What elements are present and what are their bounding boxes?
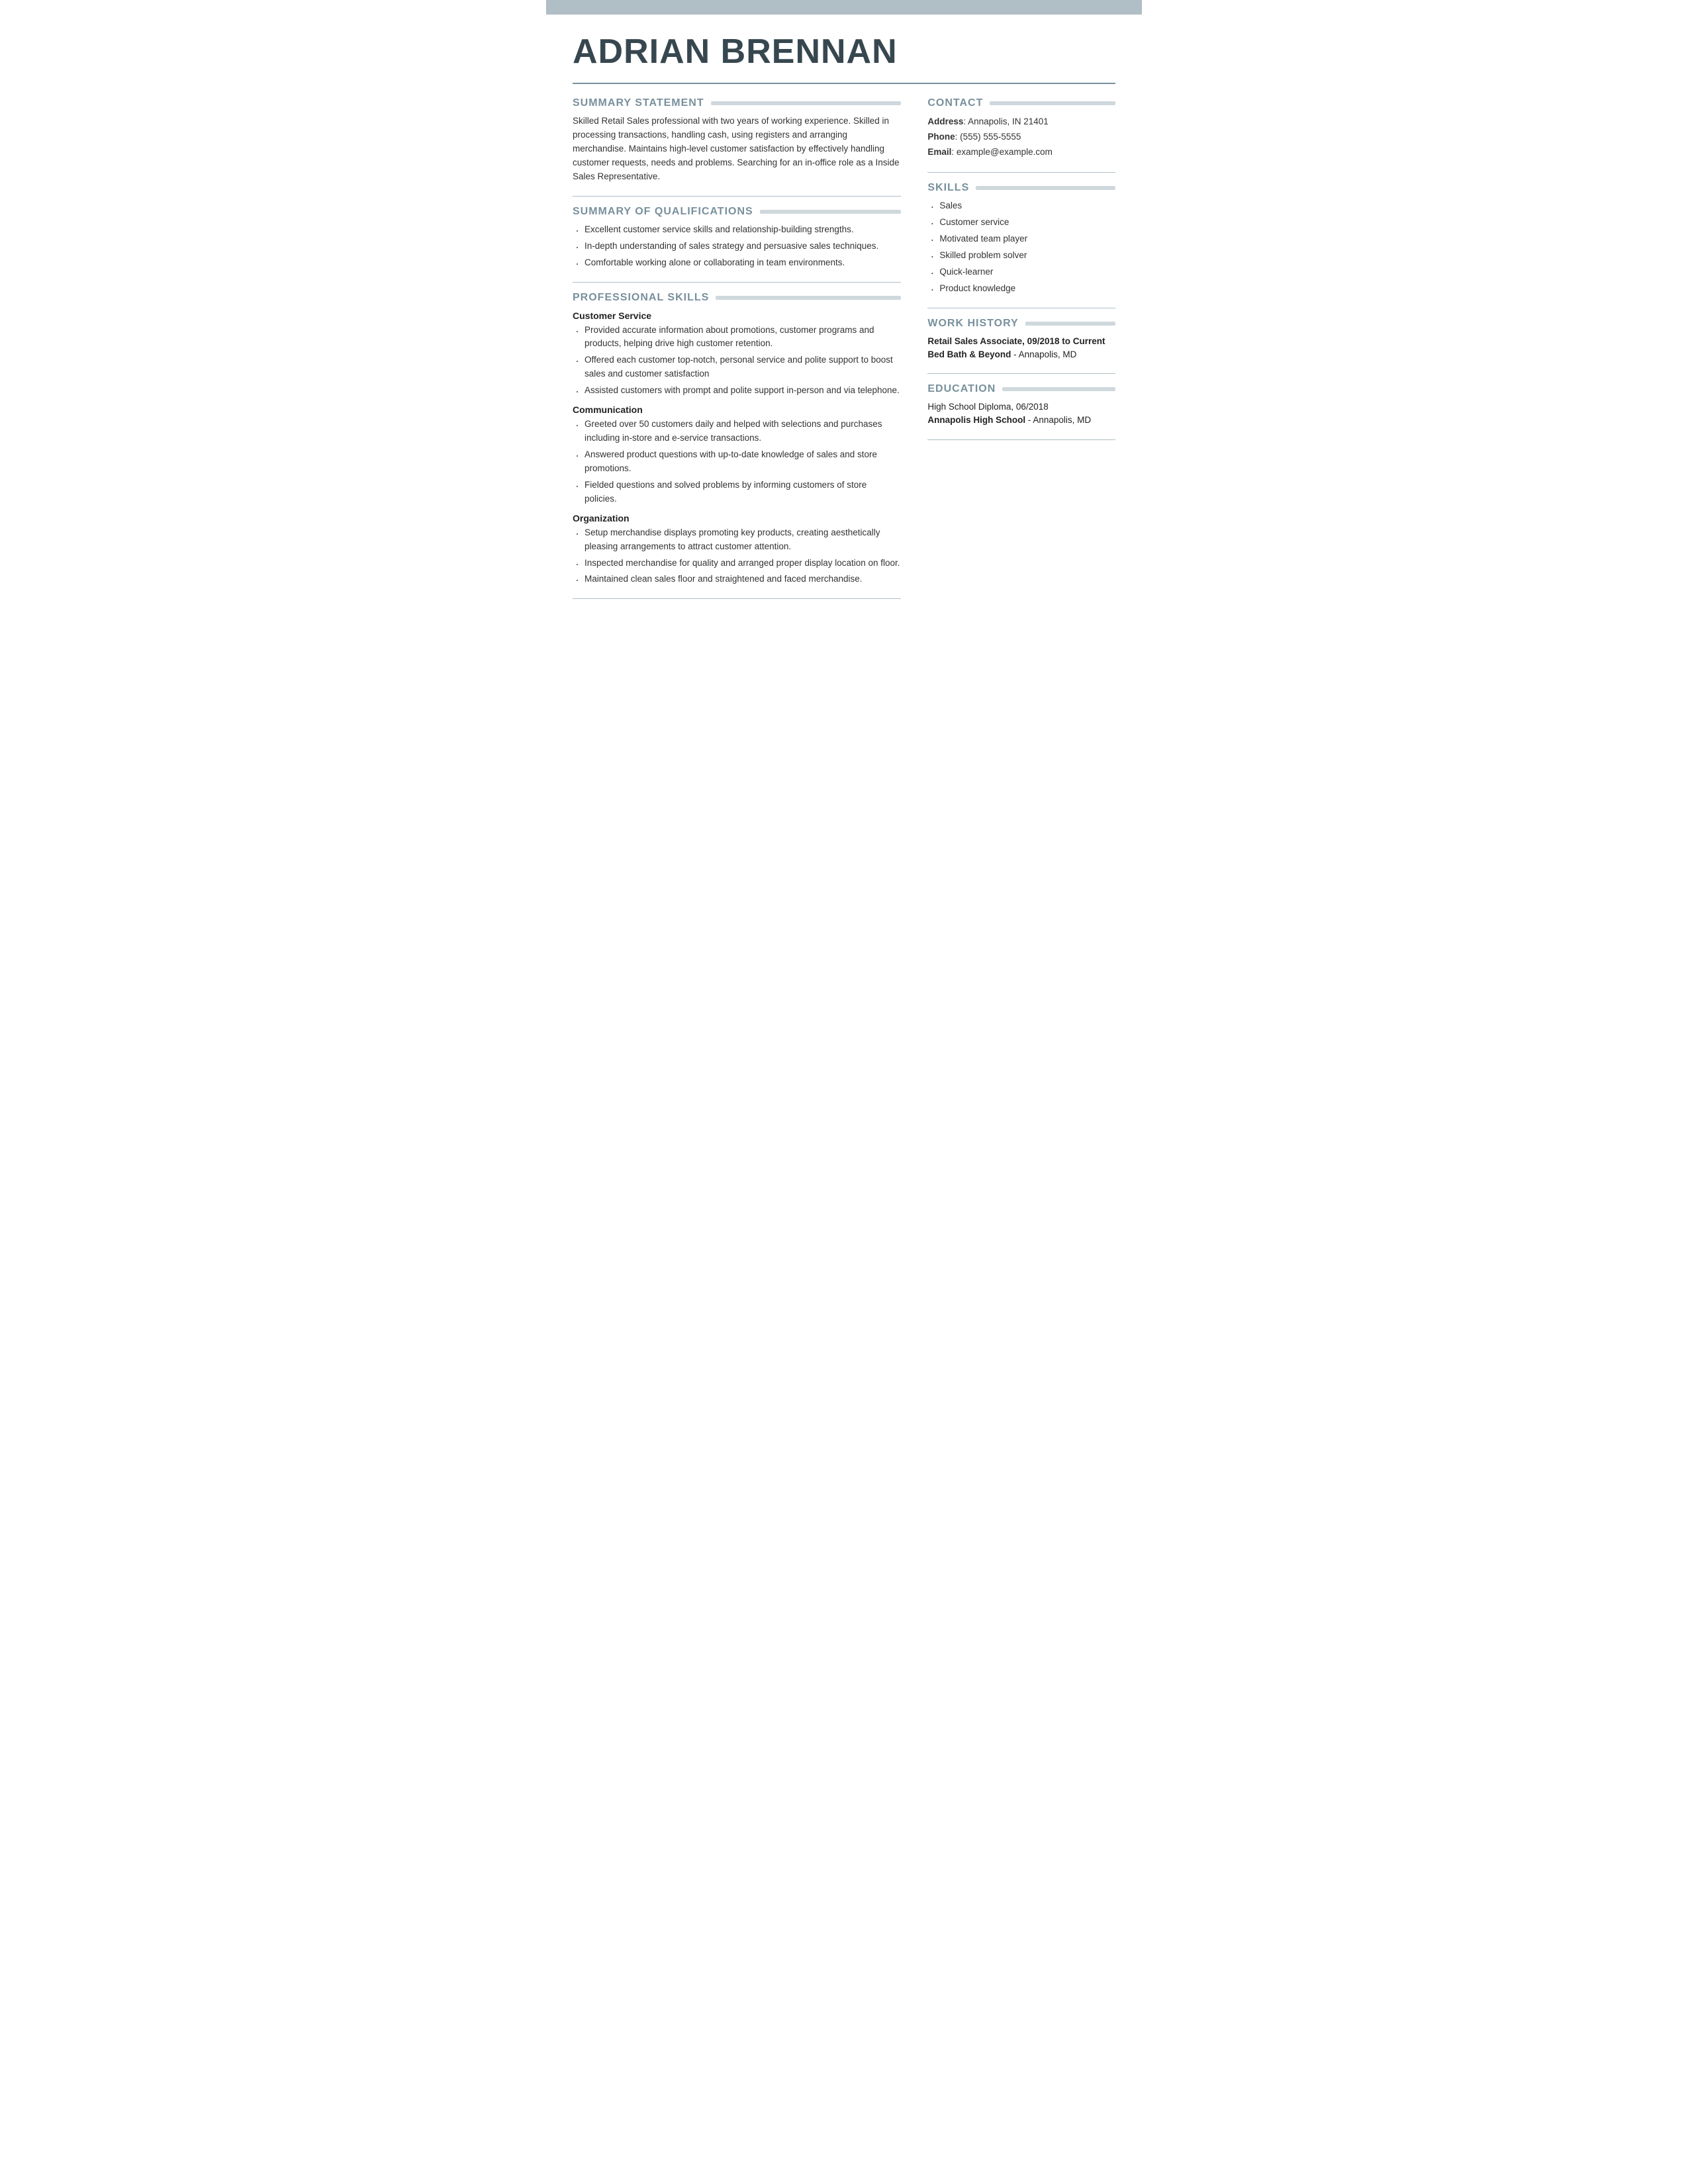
summary-title: SUMMARY STATEMENT <box>573 97 901 109</box>
right-column: CONTACT Address: Annapolis, IN 21401 Pho… <box>927 84 1115 608</box>
list-item: Customer service <box>927 216 1115 230</box>
contact-address: Address: Annapolis, IN 21401 <box>927 114 1115 130</box>
phone-label: Phone <box>927 132 955 142</box>
organization-label: Organization <box>573 513 901 523</box>
list-item: Provided accurate information about prom… <box>573 324 901 351</box>
education-section: EDUCATION High School Diploma, 06/2018 A… <box>927 383 1115 428</box>
list-item: Setup merchandise displays promoting key… <box>573 526 901 554</box>
list-item: Product knowledge <box>927 282 1115 296</box>
skills-title: SKILLS <box>927 182 1115 194</box>
contact-phone: Phone: (555) 555-5555 <box>927 130 1115 145</box>
education-title: EDUCATION <box>927 383 1115 395</box>
work-divider <box>927 373 1115 374</box>
edu-school-name: Annapolis High School <box>927 415 1025 425</box>
work-company: Bed Bath & Beyond - Annapolis, MD <box>927 348 1115 361</box>
list-item: Offered each customer top-notch, persona… <box>573 353 901 381</box>
list-item: Comfortable working alone or collaborati… <box>573 256 901 270</box>
communication-list: Greeted over 50 customers daily and help… <box>573 418 901 506</box>
left-column: SUMMARY STATEMENT Skilled Retail Sales p… <box>573 84 901 608</box>
email-label: Email <box>927 147 951 157</box>
qualifications-divider <box>573 282 901 283</box>
list-item: Quick-learner <box>927 265 1115 279</box>
edu-location: - Annapolis, MD <box>1025 415 1091 425</box>
list-item: Greeted over 50 customers daily and help… <box>573 418 901 445</box>
header-area: ADRIAN BRENNAN <box>546 15 1142 77</box>
list-item: Skilled problem solver <box>927 249 1115 263</box>
qualifications-title: SUMMARY OF QUALIFICATIONS <box>573 206 901 218</box>
customer-service-label: Customer Service <box>573 310 901 321</box>
education-divider <box>927 439 1115 440</box>
name-title: ADRIAN BRENNAN <box>573 33 1115 71</box>
address-label: Address <box>927 116 963 126</box>
edu-school: Annapolis High School - Annapolis, MD <box>927 414 1115 427</box>
phone-value: : (555) 555-5555 <box>955 132 1021 142</box>
list-item: Inspected merchandise for quality and ar… <box>573 557 901 570</box>
top-bar <box>546 0 1142 15</box>
list-item: Excellent customer service skills and re… <box>573 223 901 237</box>
summary-divider <box>573 196 901 197</box>
organization-subsection: Organization Setup merchandise displays … <box>573 513 901 587</box>
contact-title: CONTACT <box>927 97 1115 109</box>
profskills-section: PROFESSIONAL SKILLS Customer Service Pro… <box>573 292 901 587</box>
communication-subsection: Communication Greeted over 50 customers … <box>573 404 901 506</box>
skills-section: SKILLS Sales Customer service Motivated … <box>927 182 1115 296</box>
list-item: Sales <box>927 199 1115 213</box>
communication-label: Communication <box>573 404 901 415</box>
email-value: : example@example.com <box>951 147 1053 157</box>
list-item: In-depth understanding of sales strategy… <box>573 240 901 253</box>
work-title: WORK HISTORY <box>927 318 1115 330</box>
profskills-title: PROFESSIONAL SKILLS <box>573 292 901 304</box>
skills-list: Sales Customer service Motivated team pl… <box>927 199 1115 296</box>
work-location: - Annapolis, MD <box>1011 349 1076 359</box>
qualifications-section: SUMMARY OF QUALIFICATIONS Excellent cust… <box>573 206 901 270</box>
address-value: : Annapolis, IN 21401 <box>963 116 1048 126</box>
summary-text: Skilled Retail Sales professional with t… <box>573 114 901 184</box>
list-item: Answered product questions with up-to-da… <box>573 448 901 476</box>
contact-email: Email: example@example.com <box>927 145 1115 160</box>
list-item: Motivated team player <box>927 232 1115 246</box>
contact-section: CONTACT Address: Annapolis, IN 21401 Pho… <box>927 97 1115 160</box>
organization-list: Setup merchandise displays promoting key… <box>573 526 901 587</box>
list-item: Maintained clean sales floor and straigh… <box>573 572 901 586</box>
work-job-title: Retail Sales Associate, 09/2018 to Curre… <box>927 335 1115 348</box>
qualifications-list: Excellent customer service skills and re… <box>573 223 901 270</box>
customer-service-list: Provided accurate information about prom… <box>573 324 901 398</box>
profskills-divider <box>573 598 901 599</box>
customer-service-subsection: Customer Service Provided accurate infor… <box>573 310 901 398</box>
summary-section: SUMMARY STATEMENT Skilled Retail Sales p… <box>573 97 901 184</box>
work-section: WORK HISTORY Retail Sales Associate, 09/… <box>927 318 1115 362</box>
edu-degree: High School Diploma, 06/2018 <box>927 400 1115 414</box>
work-company-name: Bed Bath & Beyond <box>927 349 1011 359</box>
main-content: SUMMARY STATEMENT Skilled Retail Sales p… <box>546 84 1142 635</box>
list-item: Fielded questions and solved problems by… <box>573 478 901 506</box>
list-item: Assisted customers with prompt and polit… <box>573 384 901 398</box>
contact-divider <box>927 172 1115 173</box>
